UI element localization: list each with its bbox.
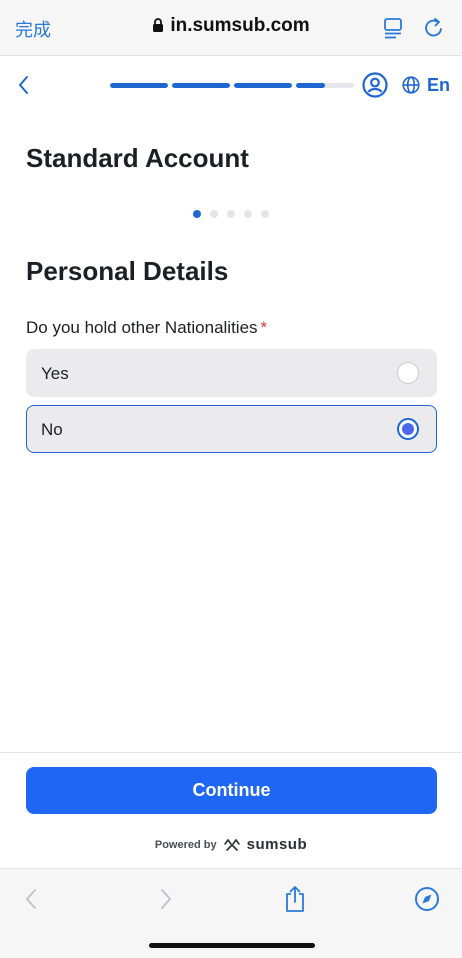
url-text: in.sumsub.com: [170, 15, 310, 36]
progress-fill: [296, 83, 325, 88]
language-selector[interactable]: En: [402, 74, 450, 96]
brand-name: sumsub: [246, 836, 308, 853]
progress-fill: [234, 83, 292, 88]
step-dot: [261, 210, 269, 218]
reload-icon[interactable]: [423, 16, 445, 40]
powered-by-text: Powered by: [154, 838, 217, 851]
powered-by: Powered by sumsub: [0, 836, 462, 853]
compass-icon[interactable]: [414, 885, 440, 913]
option-label: Yes: [41, 364, 69, 383]
progress-segment: [110, 83, 168, 88]
step-dot: [244, 210, 252, 218]
step-dot: [227, 210, 235, 218]
continue-button[interactable]: Continue: [26, 767, 437, 814]
progress-bar: [110, 83, 354, 88]
option-label: No: [41, 420, 63, 439]
radio-button[interactable]: [397, 362, 419, 384]
section-title: Personal Details: [26, 256, 229, 286]
back-chevron-icon[interactable]: [14, 74, 34, 96]
home-indicator: [149, 943, 315, 948]
step-dots: [193, 210, 269, 218]
progress-segment: [172, 83, 230, 88]
globe-icon: [402, 76, 420, 94]
option-no[interactable]: No: [26, 405, 437, 453]
option-yes[interactable]: Yes: [26, 349, 437, 397]
lock-icon: [153, 18, 164, 32]
question-text: Do you hold other Nationalities: [26, 318, 258, 337]
sumsub-logo-icon: [223, 838, 240, 851]
page-title: Standard Account: [26, 143, 249, 173]
wizard-nav: En: [0, 56, 462, 116]
language-label: En: [427, 74, 451, 95]
reader-icon[interactable]: [382, 17, 404, 39]
footer-divider: [0, 752, 462, 753]
share-icon[interactable]: [282, 885, 308, 913]
radio-button[interactable]: [397, 418, 419, 440]
progress-fill: [110, 83, 168, 88]
question-label: Do you hold other Nationalities *: [26, 318, 267, 338]
progress-segment: [296, 83, 354, 88]
browser-address-bar: 完成 in.sumsub.com: [0, 0, 462, 56]
browser-back-icon[interactable]: [19, 885, 45, 913]
progress-fill: [172, 83, 230, 88]
step-dot: [193, 210, 201, 218]
step-dot: [210, 210, 218, 218]
browser-forward-icon[interactable]: [152, 885, 178, 913]
required-marker: *: [260, 318, 268, 337]
progress-segment: [234, 83, 292, 88]
profile-icon[interactable]: [362, 72, 388, 98]
